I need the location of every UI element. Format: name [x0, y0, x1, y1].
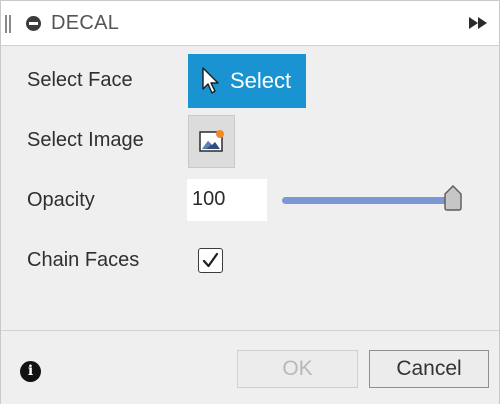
cursor-arrow-icon: [202, 67, 219, 94]
select-face-label: Select Face: [27, 69, 133, 91]
slider-track: [282, 197, 452, 204]
info-icon[interactable]: i: [20, 361, 41, 382]
opacity-input[interactable]: 100: [187, 179, 267, 221]
chain-faces-checkbox[interactable]: [198, 248, 223, 273]
checkmark-icon: [202, 252, 219, 268]
select-image-button[interactable]: [188, 115, 235, 168]
opacity-value: 100: [192, 188, 226, 210]
collapse-icon[interactable]: [26, 16, 41, 31]
slider-thumb[interactable]: [441, 184, 465, 212]
opacity-slider[interactable]: [282, 182, 468, 218]
select-face-button[interactable]: Select: [188, 54, 306, 108]
dialog-footer: i OK Cancel: [1, 330, 499, 404]
image-icon: [199, 130, 224, 152]
chain-faces-label: Chain Faces: [27, 249, 140, 271]
select-button-label: Select: [230, 68, 292, 93]
cancel-button[interactable]: Cancel: [369, 350, 489, 388]
select-image-label: Select Image: [27, 129, 144, 151]
panel-title: DECAL: [51, 12, 120, 34]
opacity-label: Opacity: [27, 189, 95, 211]
fast-forward-icon[interactable]: [469, 17, 487, 29]
panel-grip-icon[interactable]: [5, 15, 11, 33]
panel-header: DECAL: [1, 1, 499, 46]
ok-button[interactable]: OK: [237, 350, 358, 388]
decal-panel: DECAL Select Face Select Select Image Op…: [0, 0, 500, 404]
